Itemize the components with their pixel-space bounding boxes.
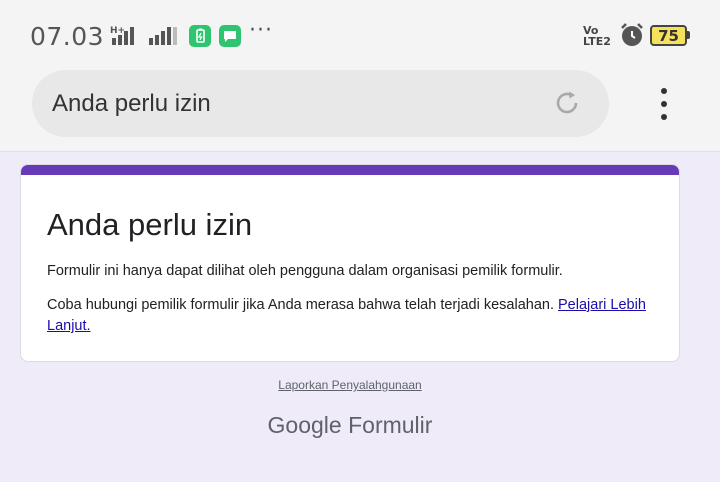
network-type-label: H+ <box>110 26 125 36</box>
reload-icon[interactable] <box>552 88 582 118</box>
status-time: 07.03 <box>30 22 105 51</box>
battery-icon: 75 <box>650 25 687 46</box>
volte-bottom-label: LTE2 <box>583 35 611 48</box>
browser-toolbar: Anda perlu izin <box>0 70 720 152</box>
card-accent-bar <box>21 165 679 175</box>
permission-card: Anda perlu izin Formulir ini hanya dapat… <box>20 164 680 362</box>
more-notifications-icon: ··· <box>249 18 273 43</box>
page-title-in-address-bar[interactable]: Anda perlu izin <box>52 90 211 118</box>
volte-icon: Vo LTE2 <box>583 25 611 47</box>
page-title: Anda perlu izin <box>47 207 253 242</box>
google-forms-logo: Google Formulir <box>0 412 700 439</box>
contact-owner-message: Coba hubungi pemilik formulir jika Anda … <box>47 295 647 337</box>
message-notification-icon <box>219 25 241 47</box>
brand-product-text: Formulir <box>348 412 433 438</box>
address-bar[interactable]: Anda perlu izin <box>32 70 609 137</box>
signal-strength-icon: H+ <box>110 26 134 45</box>
contact-owner-text: Coba hubungi pemilik formulir jika Anda … <box>47 297 554 313</box>
alarm-icon <box>621 23 643 46</box>
report-abuse-link[interactable]: Laporkan Penyalahgunaan <box>0 378 700 392</box>
permission-message: Formulir ini hanya dapat dilihat oleh pe… <box>47 263 563 279</box>
more-vert-icon[interactable] <box>648 84 680 124</box>
battery-tip <box>687 31 690 39</box>
battery-level: 75 <box>658 26 679 45</box>
battery-saver-notification-icon <box>189 25 211 47</box>
signal-strength-icon-2 <box>149 27 177 45</box>
brand-google-text: Google <box>267 412 342 438</box>
status-bar: 07.03 H+ ··· Vo LTE2 75 <box>0 0 720 70</box>
